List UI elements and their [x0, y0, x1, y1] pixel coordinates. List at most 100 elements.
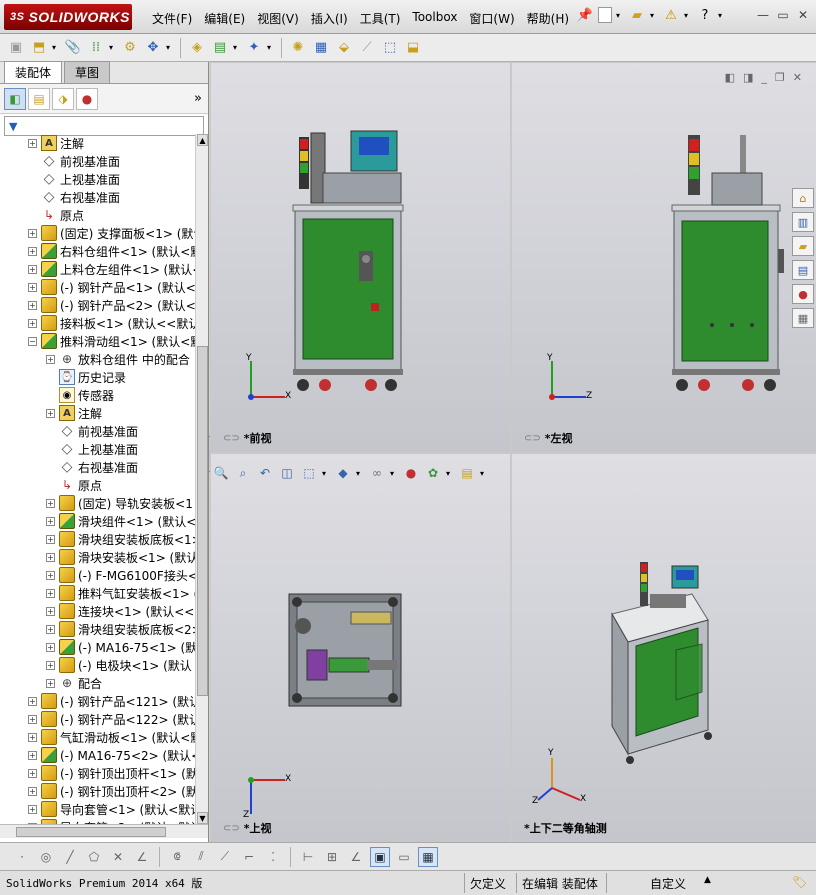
linear-pattern-icon[interactable]: ⁞⁞: [86, 38, 106, 58]
expand-icon[interactable]: +: [28, 732, 37, 742]
explode-line-icon[interactable]: ⟋: [357, 38, 377, 58]
link-views-icon[interactable]: ⊂⊃: [524, 433, 541, 444]
property-manager-tab-icon[interactable]: ▤: [28, 87, 50, 110]
tag-icon[interactable]: 🏷: [792, 875, 807, 889]
menu-view[interactable]: 视图(V): [251, 8, 305, 28]
tree-item[interactable]: + (-) 钢针产品<1> (默认<: [0, 278, 195, 296]
display-style-dropdown-icon[interactable]: ▾: [356, 469, 364, 478]
tree-item[interactable]: + A 注解: [0, 404, 195, 422]
appearances-icon[interactable]: ●: [792, 284, 814, 304]
smart-dimension-icon[interactable]: ⁚: [263, 847, 283, 867]
tree-item[interactable]: + (固定) 支撑面板<1> (默认: [0, 224, 195, 242]
edit-appearance-icon[interactable]: ●: [402, 464, 420, 482]
view-orientation-icon[interactable]: ⬚: [300, 464, 318, 482]
exploded-view-icon[interactable]: ⬙: [334, 38, 354, 58]
expand-icon[interactable]: +: [46, 498, 55, 508]
menu-toolbox[interactable]: Toolbox: [406, 8, 463, 28]
open-icon[interactable]: ▰: [628, 6, 646, 24]
expand-icon[interactable]: +: [46, 624, 55, 634]
next-view-icon[interactable]: ◨: [743, 71, 753, 84]
rapid-sketch-icon[interactable]: ▭: [394, 847, 414, 867]
viewport-top[interactable]: X Z ⊂⊃ *上视: [211, 454, 510, 842]
scroll-down-icon[interactable]: ▼: [197, 812, 208, 824]
new-motion-study-icon[interactable]: ✺: [288, 38, 308, 58]
trim-icon[interactable]: ✕: [108, 847, 128, 867]
point-icon[interactable]: ·: [12, 847, 32, 867]
menu-help[interactable]: 帮助(H): [521, 8, 575, 28]
hide-show-dropdown-icon[interactable]: ▾: [390, 469, 398, 478]
dimension-icon[interactable]: ⊢: [298, 847, 318, 867]
mirror-icon[interactable]: ⟋: [215, 847, 235, 867]
expand-icon[interactable]: +: [28, 768, 37, 778]
rebuild-dropdown-icon[interactable]: ▾: [684, 11, 692, 20]
menu-tools[interactable]: 工具(T): [354, 8, 407, 28]
expand-icon[interactable]: +: [46, 354, 55, 364]
circle-icon[interactable]: ◎: [36, 847, 56, 867]
viewport-front[interactable]: Y X ⊂⊃ *前视: [211, 63, 510, 452]
collapse-icon[interactable]: −: [28, 336, 37, 346]
help-dropdown-icon[interactable]: ▾: [718, 11, 726, 20]
interference-icon[interactable]: ⬚: [380, 38, 400, 58]
tree-item[interactable]: + (-) 钢针产品<121> (默认: [0, 692, 195, 710]
expand-icon[interactable]: +: [28, 282, 37, 292]
filter-icon[interactable]: ▼: [9, 120, 17, 133]
menu-insert[interactable]: 插入(I): [305, 8, 354, 28]
clearance-icon[interactable]: ⬓: [403, 38, 423, 58]
close-icon[interactable]: ✕: [796, 8, 810, 22]
expand-icon[interactable]: +: [28, 300, 37, 310]
tree-item[interactable]: + 气缸滑动板<1> (默认<默: [0, 728, 195, 746]
expand-icon[interactable]: +: [46, 588, 55, 598]
tree-item[interactable]: + 滑块组安装板底板<2>: [0, 620, 195, 638]
expand-icon[interactable]: +: [28, 714, 37, 724]
tree-item[interactable]: ◇ 前视基准面: [0, 422, 195, 440]
line-icon[interactable]: ╱: [60, 847, 80, 867]
pattern-dropdown-icon[interactable]: ▾: [109, 43, 117, 52]
pin-icon[interactable]: 📌: [576, 6, 594, 24]
scroll-thumb[interactable]: [197, 346, 208, 696]
design-library-icon[interactable]: ▥: [792, 212, 814, 232]
expand-icon[interactable]: +: [46, 642, 55, 652]
tree-item[interactable]: ↳ 原点: [0, 206, 195, 224]
tab-assembly[interactable]: 装配体: [4, 61, 63, 83]
show-hidden-icon[interactable]: ◈: [187, 38, 207, 58]
reference-geometry-icon[interactable]: ✦: [244, 38, 264, 58]
tree-item[interactable]: ◇ 右视基准面: [0, 188, 195, 206]
minimize-icon[interactable]: —: [756, 8, 770, 22]
section-view-icon[interactable]: ◫: [278, 464, 296, 482]
menu-window[interactable]: 窗口(W): [463, 8, 520, 28]
table-icon[interactable]: ▦: [418, 846, 438, 867]
convert-entities-icon[interactable]: ⟃: [167, 847, 187, 867]
tree-item[interactable]: − 推料滑动组<1> (默认<默: [0, 332, 195, 350]
tab-sketch[interactable]: 草图: [64, 61, 111, 83]
help-icon[interactable]: ?: [696, 6, 714, 24]
expand-icon[interactable]: +: [28, 264, 37, 274]
viewport-left[interactable]: ◧ ◨ _ ❐ ✕ Y Z ⊂⊃ *左视: [512, 63, 816, 452]
viewport-isometric[interactable]: Y X Z *上下二等角轴测: [512, 454, 816, 842]
zoom-to-fit-icon[interactable]: 🔍: [212, 464, 230, 482]
prev-view-icon[interactable]: ◧: [725, 71, 735, 84]
extend-icon[interactable]: ∠: [132, 847, 152, 867]
insert-components-dropdown-icon[interactable]: ▾: [52, 43, 60, 52]
expand-icon[interactable]: +: [46, 408, 55, 418]
link-views-icon[interactable]: ⊂⊃: [223, 433, 240, 444]
tree-item[interactable]: + 滑块组件<1> (默认<默: [0, 512, 195, 530]
expand-icon[interactable]: +: [46, 606, 55, 616]
tree-item[interactable]: + 推料气缸安装板<1> (: [0, 584, 195, 602]
tree-item[interactable]: + ⊕ 配合: [0, 674, 195, 692]
tree-item[interactable]: + 连接块<1> (默认<<默: [0, 602, 195, 620]
move-component-icon[interactable]: ✥: [143, 38, 163, 58]
graphics-area[interactable]: Y X ⊂⊃ *前视 ◧ ◨ _ ❐ ✕ Y Z ⊂⊃ *左视 X Z ⊂⊃ *…: [210, 62, 816, 842]
expand-icon[interactable]: +: [46, 552, 55, 562]
zoom-to-area-icon[interactable]: ⌕: [234, 464, 252, 482]
tree-item[interactable]: + (-) F-MG6100F接头<1: [0, 566, 195, 584]
assembly-icon[interactable]: ▣: [6, 38, 26, 58]
tree-item[interactable]: + (固定) 导轨安装板<1: [0, 494, 195, 512]
shaded-sketch-icon[interactable]: ▣: [370, 846, 390, 867]
tree-item[interactable]: + ⊕ 放料仓组件 中的配合: [0, 350, 195, 368]
rebuild-icon[interactable]: ⚠: [662, 6, 680, 24]
tree-vertical-scrollbar[interactable]: ▲ ▼: [195, 134, 208, 824]
vp-restore-icon[interactable]: ❐: [775, 71, 785, 84]
tree-item[interactable]: + 滑块组安装板底板<1>: [0, 530, 195, 548]
features-dropdown-icon[interactable]: ▾: [233, 43, 241, 52]
tree-item[interactable]: + 接料板<1> (默认<<默认>: [0, 314, 195, 332]
